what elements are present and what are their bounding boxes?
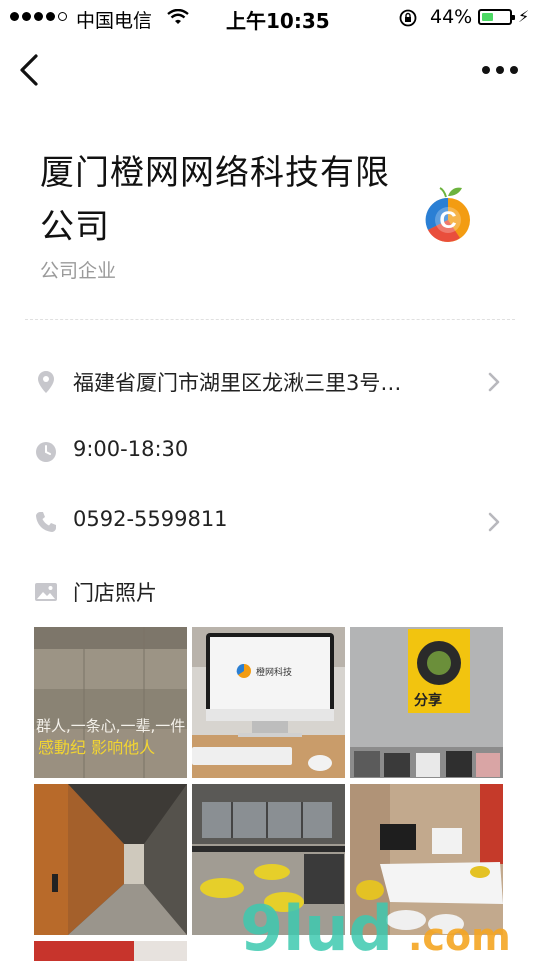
business-logo: C (425, 187, 470, 242)
site-watermark: 9lud .com (240, 892, 510, 960)
signal-strength-icon (10, 12, 67, 21)
back-chevron-icon[interactable] (14, 52, 46, 88)
store-photo-2[interactable]: 橙网科技 (192, 627, 345, 778)
business-name: 厦门橙网网络科技有限 公司 (40, 146, 410, 254)
clock: 上午10:35 (226, 9, 330, 33)
logo-letter: C (439, 207, 456, 234)
business-name-line2: 公司 (40, 207, 110, 247)
address-row[interactable]: 福建省厦门市湖里区龙湫三里3号… (0, 357, 541, 407)
photo-1-caption-2: 感動纪 影响他人 (38, 738, 155, 757)
photo-2-screen-text: 橙网科技 (256, 666, 292, 678)
status-bar: 中国电信 上午10:35 44% ⚡ (0, 0, 541, 36)
phone-text: 0592-5599811 (73, 507, 228, 531)
store-photo-1[interactable]: 群人,一条心,一辈,一件 感動纪 影响他人 (34, 627, 187, 778)
header-divider (25, 319, 515, 320)
business-name-line1: 厦门橙网网络科技有限 (40, 153, 390, 193)
business-category: 公司企业 (40, 260, 117, 282)
watermark-main: 9lud (240, 892, 393, 960)
image-icon (35, 583, 57, 601)
rotation-lock-icon (399, 9, 417, 27)
chevron-right-icon (488, 512, 500, 532)
address-text: 福建省厦门市湖里区龙湫三里3号… (73, 371, 402, 395)
store-photo-4[interactable] (34, 784, 187, 935)
watermark-suffix: .com (408, 915, 510, 959)
battery-icon (478, 9, 515, 25)
hours-text: 9:00-18:30 (73, 437, 189, 461)
carrier-label: 中国电信 (76, 10, 153, 32)
dot-icon (482, 66, 490, 74)
battery-percent: 44% (430, 6, 473, 28)
photos-label: 门店照片 (73, 581, 157, 605)
phone-row[interactable]: 0592-5599811 (0, 497, 541, 547)
charging-bolt-icon: ⚡ (518, 7, 530, 26)
photos-row: 门店照片 (0, 567, 541, 617)
photo-3-poster-text: 分享 (414, 692, 442, 709)
photo-1-caption-1: 群人,一条心,一辈,一件 (36, 717, 185, 735)
chevron-right-icon (488, 372, 500, 392)
store-photo-7[interactable] (34, 941, 187, 961)
more-options-button[interactable] (478, 58, 522, 82)
clock-icon (36, 442, 56, 462)
hours-row: 9:00-18:30 (0, 427, 541, 477)
phone-icon (36, 512, 56, 532)
location-pin-icon (38, 371, 54, 393)
dot-icon (496, 66, 504, 74)
dot-icon (510, 66, 518, 74)
store-photo-3[interactable]: 分享 (350, 627, 503, 778)
wifi-icon (167, 9, 189, 24)
